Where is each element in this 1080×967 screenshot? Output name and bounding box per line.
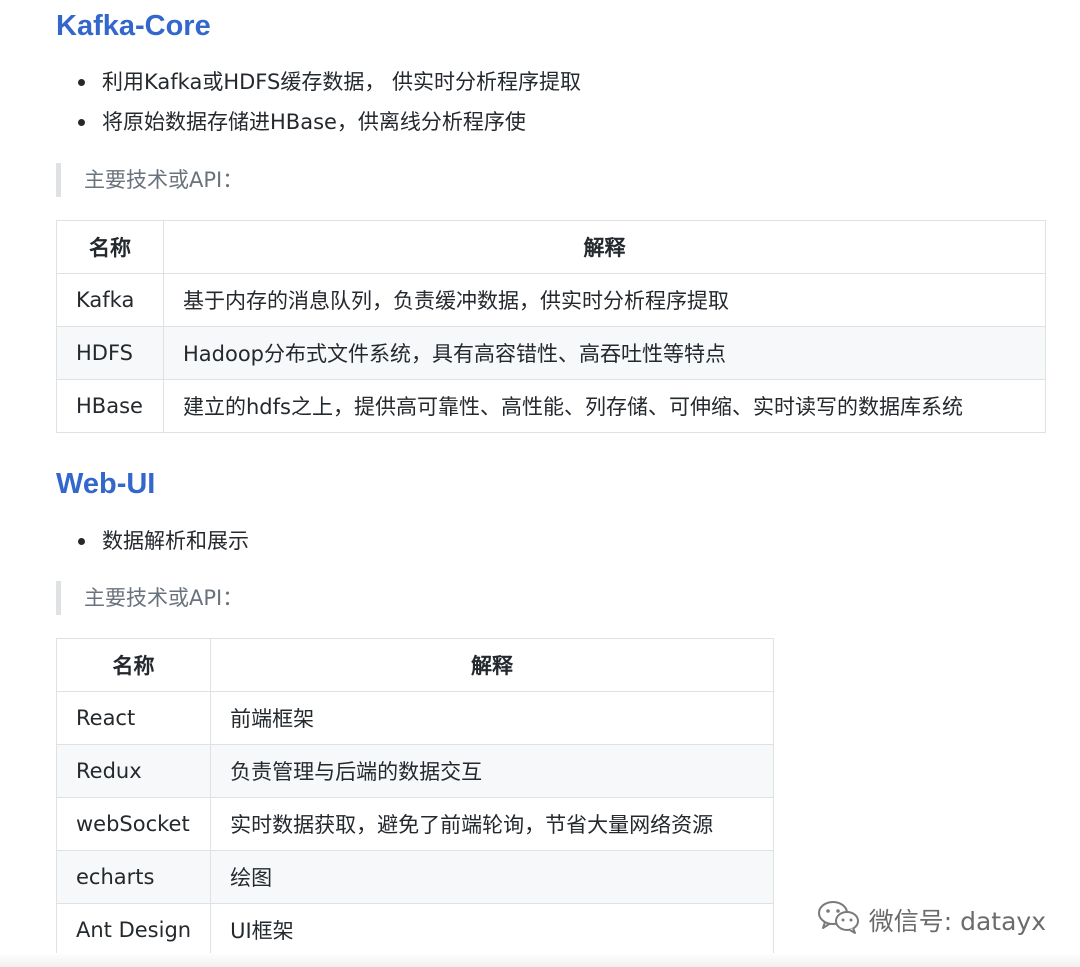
cell-name: HDFS [56, 326, 164, 380]
column-header-name: 名称 [55, 638, 212, 692]
bullet-icon [78, 538, 85, 545]
section-web-ui: Web-UI [56, 464, 155, 504]
section-heading: Kafka-Core [56, 10, 211, 42]
table-row: Kafka 基于内存的消息队列，负责缓冲数据，供实时分析程序提取 [56, 273, 1046, 327]
section-heading: Web-UI [56, 468, 156, 500]
table-row: echarts 绘图 [55, 850, 774, 904]
bullet-list: 数据解析和展示 [56, 521, 249, 561]
table-row: HBase 建立的hdfs之上，提供高可靠性、高性能、列存储、可伸缩、实时读写的… [56, 379, 1046, 433]
cell-description: 建立的hdfs之上，提供高可靠性、高性能、列存储、可伸缩、实时读写的数据库系统 [163, 379, 1046, 433]
table-row: Redux 负责管理与后端的数据交互 [55, 744, 774, 798]
wechat-icon [817, 899, 861, 941]
cell-name: Ant Design [55, 903, 212, 957]
table-row: webSocket 实时数据获取，避免了前端轮询，节省大量网络资源 [55, 797, 774, 851]
bullet-list: 利用Kafka或HDFS缓存数据， 供实时分析程序提取 将原始数据存储进HBas… [56, 62, 581, 142]
cell-name: React [55, 691, 212, 745]
bullet-icon [78, 119, 85, 126]
cell-name: echarts [55, 850, 212, 904]
tech-table-web-ui: 名称 解释 React 前端框架 Redux 负责管理与后端的数据交互 webS… [55, 638, 774, 957]
list-item: 利用Kafka或HDFS缓存数据， 供实时分析程序提取 [56, 62, 581, 102]
bottom-fade [0, 953, 1080, 967]
watermark: 微信号: datayx [817, 899, 1046, 941]
cell-description: 前端框架 [210, 691, 774, 745]
cell-description: UI框架 [210, 903, 774, 957]
tech-table-kafka-core: 名称 解释 Kafka 基于内存的消息队列，负责缓冲数据，供实时分析程序提取 H… [56, 220, 1046, 433]
table-row: HDFS Hadoop分布式文件系统，具有高容错性、高吞吐性等特点 [56, 326, 1046, 380]
column-header-description: 解释 [210, 638, 774, 692]
section-kafka-core: Kafka-Core [56, 6, 211, 46]
cell-description: 基于内存的消息队列，负责缓冲数据，供实时分析程序提取 [163, 273, 1046, 327]
cell-description: 实时数据获取，避免了前端轮询，节省大量网络资源 [210, 797, 774, 851]
column-header-description: 解释 [163, 220, 1046, 274]
cell-name: HBase [56, 379, 164, 433]
cell-name: webSocket [55, 797, 212, 851]
list-item: 数据解析和展示 [56, 521, 249, 561]
column-header-name: 名称 [56, 220, 164, 274]
table-header-row: 名称 解释 [55, 638, 774, 692]
blockquote: 主要技术或API： [56, 163, 243, 197]
table-header-row: 名称 解释 [56, 220, 1046, 274]
cell-description: Hadoop分布式文件系统，具有高容错性、高吞吐性等特点 [163, 326, 1046, 380]
cell-description: 绘图 [210, 850, 774, 904]
watermark-text: 微信号: datayx [868, 907, 1046, 936]
table-row: React 前端框架 [55, 691, 774, 745]
list-item: 将原始数据存储进HBase，供离线分析程序使 [56, 102, 581, 142]
cell-name: Kafka [56, 273, 164, 327]
blockquote: 主要技术或API： [56, 581, 243, 615]
bullet-icon [78, 79, 85, 86]
cell-name: Redux [55, 744, 212, 798]
table-row: Ant Design UI框架 [55, 903, 774, 957]
cell-description: 负责管理与后端的数据交互 [210, 744, 774, 798]
